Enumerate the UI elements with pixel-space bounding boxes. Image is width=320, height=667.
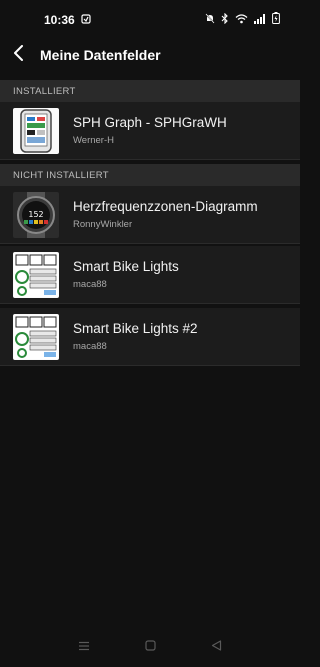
status-bar: 10:36 [0, 0, 300, 40]
item-author: maca88 [73, 279, 107, 290]
item-info: Smart Bike Lights #2 maca88 [73, 321, 198, 352]
item-thumbnail [13, 107, 59, 154]
bike-lights-screen-icon [14, 314, 58, 359]
back-triangle-icon [212, 640, 222, 651]
recent-apps-button[interactable] [78, 638, 90, 656]
status-time: 10:36 [44, 13, 75, 27]
item-name: Smart Bike Lights #2 [73, 321, 198, 336]
item-info: Herzfrequenzzonen-Diagramm RonnyWinkler [73, 199, 258, 230]
item-info: SPH Graph - SPHGraWH Werner-H [73, 115, 227, 146]
status-left: 10:36 [44, 13, 91, 27]
home-button[interactable] [145, 638, 156, 656]
list-item-smart-bike-lights[interactable]: Smart Bike Lights maca88 [0, 246, 300, 304]
system-nav-bar [0, 627, 300, 667]
item-name: Herzfrequenzzonen-Diagramm [73, 199, 258, 214]
page-title: Meine Datenfelder [40, 47, 161, 63]
signal-icon [254, 11, 266, 29]
item-name: SPH Graph - SPHGraWH [73, 115, 227, 130]
garmin-watch-icon: 152 [17, 191, 55, 238]
bluetooth-icon [221, 11, 229, 29]
battery-icon [272, 11, 280, 29]
item-thumbnail [13, 313, 59, 360]
bike-lights-screen-icon [14, 252, 58, 297]
section-header-not-installed: NICHT INSTALLIERT [0, 164, 300, 186]
section-header-installed: INSTALLIERT [0, 80, 300, 102]
watch-readout: 152 [28, 210, 43, 219]
item-thumbnail [13, 251, 59, 298]
mute-icon [205, 11, 215, 29]
item-name: Smart Bike Lights [73, 259, 179, 274]
item-author: RonnyWinkler [73, 219, 133, 230]
wifi-icon [235, 11, 248, 29]
garmin-device-icon [20, 108, 52, 153]
back-arrow-icon [12, 44, 24, 66]
status-right [205, 11, 280, 29]
item-info: Smart Bike Lights maca88 [73, 259, 179, 290]
storage-notification-icon [81, 13, 91, 27]
item-author: Werner-H [73, 135, 114, 146]
list-item-heart-rate-zones[interactable]: 152 Herzfrequenzzonen-Diagramm RonnyWink… [0, 186, 300, 244]
list-item-sph-graph[interactable]: SPH Graph - SPHGraWH Werner-H [0, 102, 300, 160]
home-square-icon [145, 640, 156, 651]
item-thumbnail: 152 [13, 191, 59, 238]
menu-lines-icon [78, 641, 89, 651]
back-button[interactable] [4, 41, 32, 69]
list-item-smart-bike-lights-2[interactable]: Smart Bike Lights #2 maca88 [0, 308, 300, 366]
back-nav-button[interactable] [211, 638, 222, 656]
item-author: maca88 [73, 341, 107, 352]
app-bar: Meine Datenfelder [0, 40, 300, 70]
